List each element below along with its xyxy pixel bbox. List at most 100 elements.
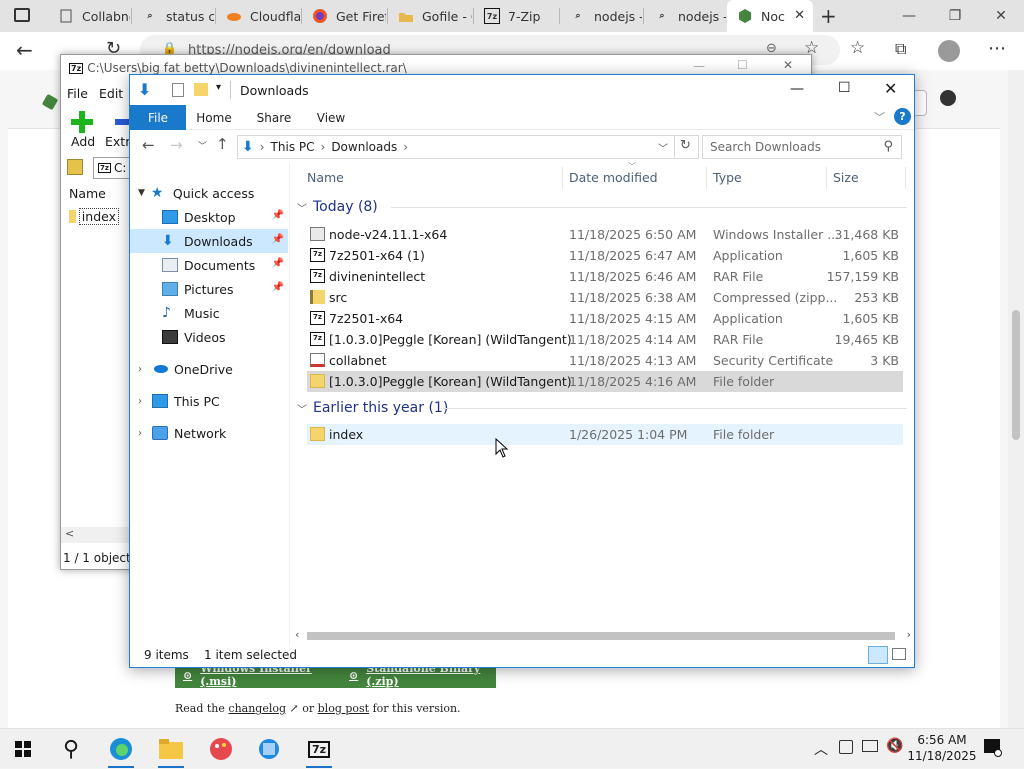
help-icon[interactable]: ? (894, 108, 911, 125)
pin-icon[interactable]: 📌 (272, 282, 284, 293)
pin-icon[interactable]: 📌 (272, 258, 284, 269)
file-row[interactable]: 7z 7z2501-x64 (1) 11/18/2025 6:47 AM App… (307, 245, 903, 266)
close-browser-button[interactable]: ✕ (978, 0, 1024, 32)
maximize-explorer-button[interactable]: ☐ (838, 80, 851, 96)
scroll-left-icon[interactable]: ‹ (295, 628, 299, 641)
extract-icon[interactable] (115, 119, 129, 125)
maximize-browser-button[interactable]: ❐ (932, 0, 978, 32)
file-row[interactable]: collabnet 11/18/2025 4:13 AM Security Ce… (307, 350, 903, 371)
breadcrumb-downloads[interactable]: Downloads (331, 140, 397, 154)
close-tab-icon[interactable]: ✕ (794, 8, 805, 23)
new-folder-icon[interactable] (194, 83, 208, 96)
ribbon-tab-share[interactable]: Share (250, 105, 298, 130)
expand-chevron-icon[interactable]: › (138, 396, 142, 407)
address-dropdown-icon[interactable]: ﹀ (658, 140, 668, 155)
browser-tab[interactable]: Collabnet (48, 0, 130, 32)
expand-ribbon-icon[interactable]: ﹀ (874, 109, 885, 125)
file-row[interactable]: 7z 7z2501-x64 11/18/2025 4:15 AM Applica… (307, 308, 903, 329)
column-header-name[interactable]: Name (307, 163, 344, 191)
scrollbar-thumb[interactable] (1012, 310, 1020, 440)
clock[interactable]: 6:56 AM 11/18/2025 (904, 732, 980, 764)
group-header-earlier-this-year[interactable]: ﹀ Earlier this year (1) (297, 397, 907, 419)
show-hidden-icons[interactable]: ︿ (814, 739, 828, 759)
breadcrumb-this-pc[interactable]: This PC (271, 140, 315, 154)
7zip-menu-edit[interactable]: Edit (99, 86, 123, 101)
taskbar-file-explorer[interactable] (148, 729, 194, 769)
pin-icon[interactable]: 📌 (272, 234, 284, 245)
nav-item-this-pc[interactable]: › This PC (130, 389, 288, 413)
taskbar-paint[interactable] (198, 729, 244, 769)
file-list-hscroll[interactable]: ‹ › (293, 628, 913, 644)
browser-tab[interactable]: ⌕ nodejs - (644, 0, 726, 32)
7zip-path-field[interactable]: 7z C: (93, 157, 133, 179)
nav-pane-divider[interactable] (289, 163, 290, 645)
browser-tab[interactable]: Cloudfla (216, 0, 300, 32)
column-header-type[interactable]: Type (713, 163, 742, 191)
browser-tab[interactable]: ⌕ status cl (132, 0, 214, 32)
customize-toolbar-icon[interactable]: ▾ (216, 82, 221, 93)
details-view-icon[interactable] (868, 646, 888, 664)
expand-chevron-icon[interactable]: › (138, 428, 142, 439)
add-icon[interactable] (71, 111, 93, 133)
close-7zip-button[interactable]: ✕ (783, 58, 793, 72)
nav-item-quick-access[interactable]: ▼ ★ Quick access (130, 181, 288, 205)
forward-arrow-icon[interactable]: → (170, 136, 183, 154)
minimize-7zip-button[interactable]: — (693, 59, 705, 73)
7zip-menu-file[interactable]: File (67, 86, 88, 101)
profile-avatar[interactable] (938, 40, 960, 62)
nav-item-downloads[interactable]: ⬇ Downloads 📌 (130, 229, 288, 253)
browser-tab-active[interactable]: Noc ✕ (727, 0, 813, 32)
ribbon-tab-file[interactable]: File (130, 105, 186, 130)
nav-item-documents[interactable]: Documents 📌 (130, 253, 288, 277)
nav-item-onedrive[interactable]: › OneDrive (130, 357, 288, 381)
minimize-browser-button[interactable]: — (886, 0, 932, 32)
maximize-7zip-button[interactable]: ☐ (737, 58, 748, 72)
search-downloads-input[interactable]: Search Downloads ⚲ (702, 135, 902, 159)
tab-actions-icon[interactable] (14, 8, 30, 22)
browser-tab[interactable]: ⌕ nodejs - (560, 0, 642, 32)
file-row[interactable]: 7z [1.0.3.0]Peggle [Korean] (WildTangent… (307, 329, 903, 350)
page-scrollbar[interactable] (1008, 70, 1024, 728)
browser-tab[interactable]: Get Firef (302, 0, 386, 32)
quick-access-download-icon[interactable]: ⬇ (138, 80, 151, 99)
new-tab-button[interactable]: + (820, 4, 837, 28)
back-arrow-icon[interactable]: ← (16, 38, 33, 62)
address-field[interactable]: ⬇ › This PC › Downloads › ﹀ ↻ (237, 135, 699, 159)
file-row[interactable]: src 11/18/2025 6:38 AM Compressed (zipp.… (307, 287, 903, 308)
file-row-selected[interactable]: [1.0.3.0]Peggle [Korean] (WildTangent) 1… (307, 371, 903, 392)
recent-locations-icon[interactable]: ﹀ (198, 139, 207, 152)
pin-icon[interactable]: 📌 (272, 210, 284, 221)
large-icons-view-icon[interactable] (892, 648, 906, 660)
file-row[interactable]: 7z divinenintellect 11/18/2025 6:46 AM R… (307, 266, 903, 287)
expand-chevron-icon[interactable]: › (138, 364, 142, 375)
column-header-date-modified[interactable]: Date modified (569, 163, 658, 191)
changelog-link[interactable]: changelog (228, 702, 286, 715)
favorites-icon[interactable]: ☆ (850, 38, 865, 58)
browser-tab[interactable]: Gofile - C (388, 0, 472, 32)
file-row[interactable]: node-v24.11.1-x64 11/18/2025 6:50 AM Win… (307, 224, 903, 245)
browser-tab[interactable]: 7z 7-Zip (474, 0, 558, 32)
close-explorer-button[interactable]: ✕ (884, 79, 897, 98)
network-tray-icon[interactable] (862, 740, 878, 752)
ribbon-tab-home[interactable]: Home (192, 105, 236, 130)
blog-post-link[interactable]: blog post (318, 702, 369, 715)
column-header-size[interactable]: Size (833, 163, 859, 191)
refresh-icon[interactable]: ↻ (680, 138, 691, 153)
nav-item-desktop[interactable]: Desktop 📌 (130, 205, 288, 229)
properties-icon[interactable] (172, 83, 184, 97)
tray-app-icon[interactable] (839, 740, 853, 754)
nav-item-network[interactable]: › Network (130, 421, 288, 445)
nav-item-music[interactable]: ♪ Music (130, 301, 288, 325)
up-folder-icon[interactable] (67, 159, 83, 175)
nav-item-pictures[interactable]: Pictures 📌 (130, 277, 288, 301)
scroll-right-icon[interactable]: › (907, 628, 911, 641)
file-row-hovered[interactable]: index 1/26/2025 1:04 PM File folder (307, 424, 903, 445)
scroll-left-icon[interactable]: < (65, 527, 74, 540)
scrollbar-thumb[interactable] (307, 632, 895, 640)
more-menu-icon[interactable]: ⋯ (988, 38, 1006, 59)
github-icon[interactable] (940, 90, 956, 106)
7zip-list-item[interactable]: index (69, 207, 119, 225)
back-arrow-icon[interactable]: ← (142, 136, 155, 154)
volume-muted-icon[interactable]: 🔇 (886, 738, 903, 754)
group-header-today[interactable]: ﹀ Today (8) (297, 196, 907, 218)
